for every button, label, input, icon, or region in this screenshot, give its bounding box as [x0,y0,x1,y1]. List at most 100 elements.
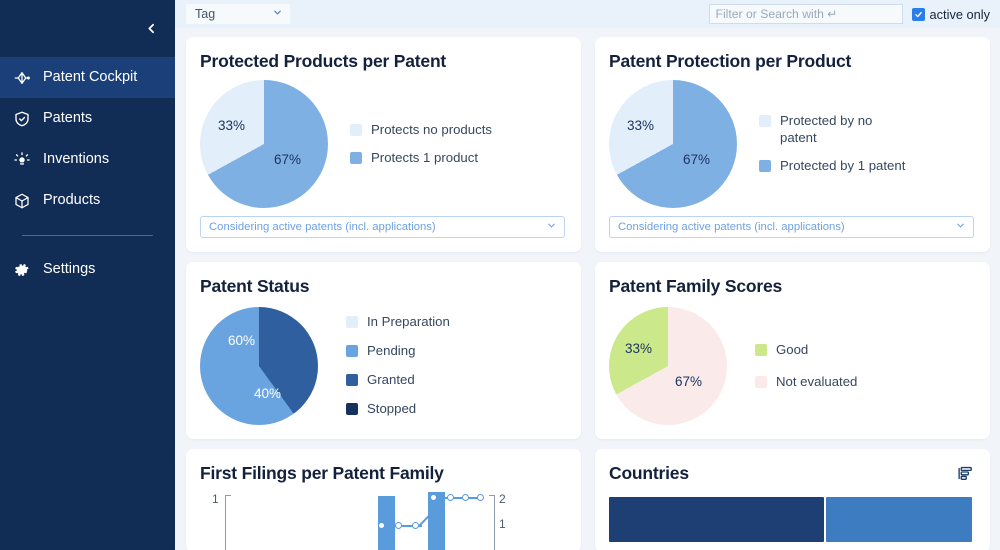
scope-dropdown-value: Considering active patents (incl. applic… [209,221,436,233]
y2-axis-tick-label: 2 [499,492,506,506]
pie-slice-label-67: 67% [675,374,703,389]
scope-dropdown[interactable]: Considering active patents (incl. applic… [200,216,565,238]
sidebar-item-inventions[interactable]: Inventions [0,139,175,180]
data-point [412,522,419,529]
legend-swatch [346,402,358,415]
combo-chart-first-filings: 1 2 1 [200,492,565,550]
legend-swatch [346,316,358,329]
data-point [477,494,484,501]
bar [826,497,973,542]
legend-item[interactable]: Stopped [346,401,450,418]
active-only-toggle[interactable]: active only [911,6,990,22]
sort-filter-icon[interactable] [957,463,974,487]
legend-swatch [755,375,767,388]
chevron-left-icon[interactable] [141,19,161,39]
active-only-label: active only [929,6,990,22]
card-protected-products-per-patent: Protected Products per Patent 33% 67% Pr… [186,37,581,252]
sidebar-item-label: Inventions [43,151,110,168]
legend-item[interactable]: In Preparation [346,314,450,331]
lightbulb-icon [12,150,32,170]
shield-check-icon [12,109,32,129]
tag-select-label: Tag [195,7,216,21]
gear-icon [12,260,32,280]
sidebar-item-label: Patents [43,110,93,127]
cube-icon [12,191,32,211]
toolbar: Tag active only [175,0,1000,28]
data-point [447,494,454,501]
pie-chart-family-scores: 33% 67% Good Not evaluated [609,307,974,425]
legend-label: Not evaluated [776,373,858,389]
pie-slice-label-67: 67% [274,152,302,167]
page-title: Patent Status [200,276,310,296]
y2-axis-tick-label: 1 [499,517,506,531]
y-axis-tick-label: 1 [212,492,219,506]
main-area: Tag active only Protected Products per P… [175,0,1000,550]
card-patent-protection-per-product: Patent Protection per Product 33% 67% Pr… [595,37,990,252]
legend-item[interactable]: Protects 1 product [350,150,492,167]
sidebar-divider [22,235,153,236]
chart-legend: Protected by no patent Protected by 1 pa… [759,113,905,175]
sidebar-item-patent-cockpit[interactable]: Patent Cockpit [0,57,175,98]
data-point [378,522,385,529]
chevron-down-icon [955,220,966,234]
chevron-down-icon [546,220,557,234]
chart-legend: Good Not evaluated [755,342,857,391]
legend-swatch [346,345,358,358]
sidebar: Patent Cockpit Patents Inventions Produc… [0,0,175,550]
legend-label: Protects 1 product [371,149,479,165]
legend-item[interactable]: Good [755,342,857,359]
bar [428,492,445,550]
chart-legend: Protects no products Protects 1 product [350,122,492,167]
legend-swatch [759,115,771,128]
legend-label: Pending [367,343,416,359]
y-axis-right-bracket [489,495,495,550]
scope-dropdown[interactable]: Considering active patents (incl. applic… [609,216,974,238]
page-title: Patent Family Scores [609,276,783,296]
legend-item[interactable]: Not evaluated [755,374,857,391]
page-title: Protected Products per Patent [200,51,447,71]
legend-label: Granted [367,372,415,387]
legend-item[interactable]: Protected by no patent [759,113,889,147]
toolbar-right: active only [708,4,996,24]
pie-slice-label-60: 60% [228,333,256,348]
legend-item[interactable]: Granted [346,372,450,389]
y-axis-left-bracket [225,495,231,550]
page-title: Patent Protection per Product [609,51,852,71]
search-input[interactable] [708,4,903,24]
tag-select[interactable]: Tag [186,4,290,24]
legend-item[interactable]: Protects no products [350,122,492,139]
cockpit-icon [12,68,32,88]
legend-swatch [350,151,362,164]
legend-swatch [350,123,362,136]
sidebar-item-settings[interactable]: Settings [0,249,175,290]
data-point [430,494,437,501]
sidebar-header [0,0,175,57]
card-countries: Countries [595,449,990,550]
sidebar-item-label: Settings [43,261,96,278]
legend-label: Stopped [367,400,417,416]
sidebar-item-label: Products [43,192,101,209]
legend-label: In Preparation [367,314,450,330]
legend-swatch [755,343,767,356]
legend-item[interactable]: Protected by 1 patent [759,158,905,175]
sidebar-item-patents[interactable]: Patents [0,98,175,139]
pie-slice-label-33: 33% [218,118,246,133]
scope-dropdown-value: Considering active patents (incl. applic… [618,221,845,233]
bar [609,497,825,542]
card-first-filings-per-patent-family: First Filings per Patent Family 1 2 1 [186,449,581,550]
pie-chart-protected-products: 33% 67% Protects no products Protects 1 … [200,80,565,208]
trend-line [435,497,481,499]
legend-item[interactable]: Pending [346,343,450,360]
legend-swatch [759,159,771,172]
checkbox-icon [911,7,925,21]
sidebar-item-products[interactable]: Products [0,180,175,221]
pie-slice-label-40: 40% [254,386,282,401]
pie-slice-label-33: 33% [627,118,655,133]
legend-label: Protected by no patent [780,113,873,146]
chart-legend: In Preparation Pending Granted Stopped [346,314,450,418]
sidebar-item-label: Patent Cockpit [43,69,138,86]
page-title: First Filings per Patent Family [200,463,444,483]
legend-swatch [346,374,358,386]
pie-slice-label-67: 67% [683,152,711,167]
page-title: Countries [609,463,689,483]
